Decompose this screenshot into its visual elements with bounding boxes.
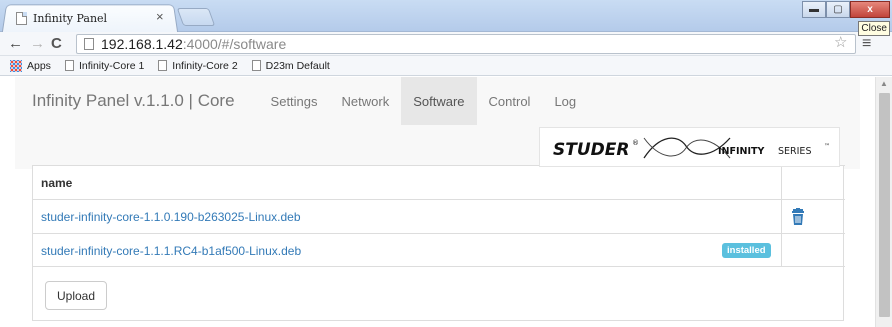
close-window-button[interactable]: x (850, 1, 890, 18)
installed-badge: installed (722, 243, 771, 258)
logo-graphic: STUDER ® INFINITY SERIES ™ (553, 137, 830, 160)
forward-arrow-icon[interactable]: → (30, 36, 45, 52)
browser-tab-content: Infinity Panel (16, 10, 107, 26)
file-link[interactable]: studer-infinity-core-1.1.1.RC4-b1af500-L… (41, 244, 301, 258)
apps-grid-icon (10, 59, 22, 72)
bookmark-star-icon[interactable]: ☆ (834, 35, 847, 50)
nav-log[interactable]: Log (542, 77, 588, 125)
logo-infinity-text: INFINITY (718, 146, 764, 157)
column-divider (781, 200, 782, 233)
reload-icon[interactable]: C (51, 36, 62, 52)
bookmark-infinity-core-1[interactable]: Infinity-Core 1 (64, 59, 145, 72)
bookmark-page-icon (251, 60, 261, 71)
page-icon (84, 38, 94, 50)
back-arrow-icon[interactable]: ← (8, 36, 23, 52)
page-viewport: Infinity Panel v.1.1.0 | Core Settings N… (0, 77, 875, 327)
table-header-row: name (33, 165, 845, 199)
browser-toolbar: ← → C 192.168.1.42:4000/#/software ☆ ≡ (0, 32, 892, 56)
bookmark-label: D23m Default (265, 59, 330, 72)
nav-network[interactable]: Network (330, 77, 402, 125)
file-link[interactable]: studer-infinity-core-1.1.0.190-b263025-L… (41, 210, 301, 224)
software-panel: name studer-infinity-core-1.1.0.190-b263… (32, 165, 845, 321)
column-header-name: name (41, 175, 73, 190)
logo-registered-mark: ® (632, 139, 639, 147)
bookmarks-bar: Apps Infinity-Core 1 Infinity-Core 2 D23… (0, 56, 892, 76)
upload-button[interactable]: Upload (45, 281, 107, 310)
table-cell: studer-infinity-core-1.1.1.RC4-b1af500-L… (41, 234, 301, 267)
minimize-button[interactable]: ▬ (802, 1, 826, 18)
bookmark-apps[interactable]: Apps (10, 59, 51, 72)
close-tooltip: Close (858, 21, 890, 36)
logo-studer-text: STUDER (553, 140, 629, 160)
logo-tm-mark: ™ (824, 143, 830, 150)
window-controls: ▬ ▢ x (802, 1, 890, 18)
url-host: 192.168.1.42 (101, 36, 183, 52)
bookmark-page-icon (64, 60, 74, 71)
bookmark-label: Infinity-Core 2 (172, 59, 238, 72)
maximize-button[interactable]: ▢ (826, 1, 850, 18)
app-brand[interactable]: Infinity Panel v.1.1.0 | Core (32, 91, 235, 111)
table-row: studer-infinity-core-1.1.1.RC4-b1af500-L… (33, 233, 845, 267)
table-row: studer-infinity-core-1.1.0.190-b263025-L… (33, 199, 845, 233)
bookmark-page-icon (158, 60, 168, 71)
tab-title: Infinity Panel (33, 11, 108, 25)
bookmark-label: Infinity-Core 1 (78, 59, 145, 72)
bookmark-d23m-default[interactable]: D23m Default (251, 59, 330, 72)
studer-infinity-series-logo: STUDER ® INFINITY SERIES ™ (539, 127, 840, 167)
scroll-up-arrow-icon[interactable]: ▲ (880, 79, 888, 88)
chrome-menu-icon[interactable]: ≡ (862, 36, 871, 52)
bookmark-infinity-core-2[interactable]: Infinity-Core 2 (158, 59, 238, 72)
url-path: :4000/#/software (182, 36, 287, 52)
column-divider (781, 234, 782, 267)
software-table: name studer-infinity-core-1.1.0.190-b263… (33, 165, 845, 267)
trash-icon[interactable] (790, 208, 806, 226)
vertical-scrollbar[interactable]: ▲ (875, 77, 892, 327)
table-cell: studer-infinity-core-1.1.0.190-b263025-L… (41, 200, 301, 233)
bookmark-label: Apps (27, 59, 51, 72)
page-favicon-icon (16, 11, 27, 25)
new-tab-button[interactable] (176, 8, 216, 26)
nav-control[interactable]: Control (477, 77, 543, 125)
app-navbar: Infinity Panel v.1.1.0 | Core Settings N… (15, 77, 860, 125)
tab-close-icon[interactable]: × (156, 10, 164, 23)
browser-titlebar: Infinity Panel × ▬ ▢ x (0, 0, 892, 33)
column-divider (781, 166, 782, 199)
nav-software[interactable]: Software (401, 77, 477, 125)
nav-settings[interactable]: Settings (259, 77, 330, 125)
logo-series-text: SERIES (778, 146, 811, 157)
address-bar[interactable]: 192.168.1.42:4000/#/software (76, 34, 856, 54)
scroll-thumb[interactable] (879, 93, 890, 317)
